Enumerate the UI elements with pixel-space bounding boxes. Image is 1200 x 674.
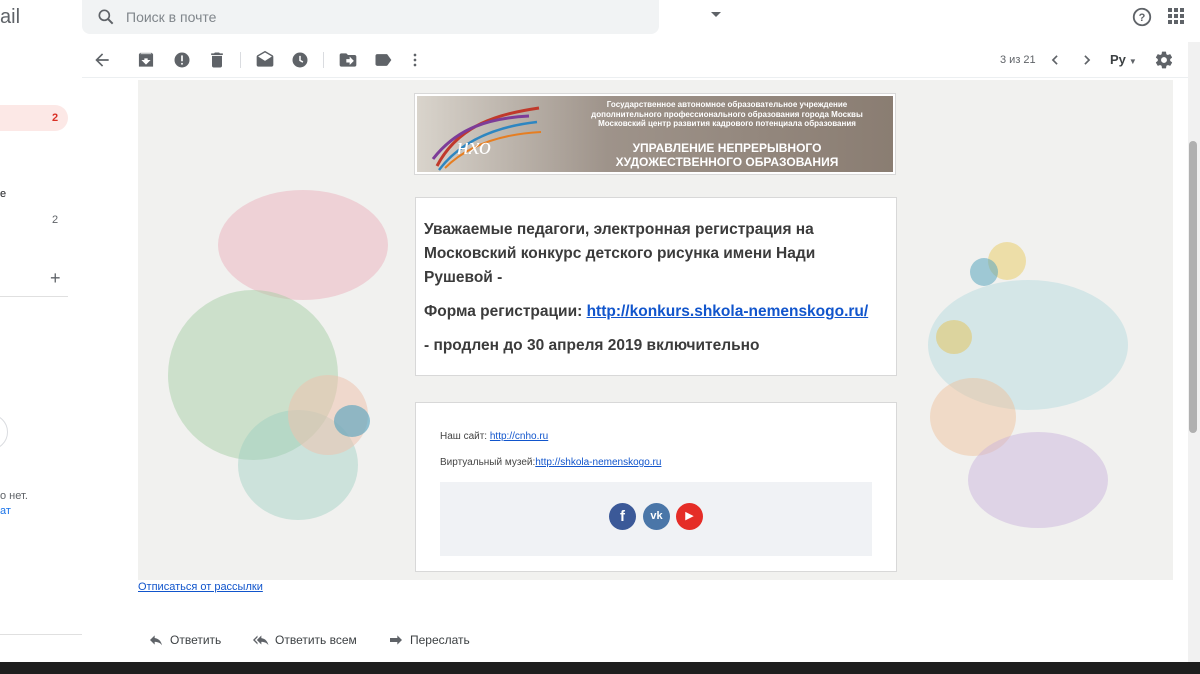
email-banner: нхо Государственное автономное образоват… xyxy=(414,93,896,175)
banner-title: УПРАВЛЕНИЕ НЕПРЕРЫВНОГО ХУДОЖЕСТВЕННОГО … xyxy=(567,141,887,169)
chat-link[interactable]: ат xyxy=(0,505,11,517)
chat-status-text: о нет. xyxy=(0,490,28,502)
message-paragraph: Уважаемые педагоги, электронная регистра… xyxy=(424,221,816,286)
banner-org-line: дополнительного профессионального образо… xyxy=(591,109,863,119)
search-icon[interactable] xyxy=(96,7,116,27)
watercolor-splash xyxy=(968,432,1108,528)
reply-all-icon xyxy=(253,635,269,646)
chevron-right-icon[interactable] xyxy=(1077,50,1097,70)
site-label: Наш сайт: xyxy=(440,431,490,442)
back-arrow-icon[interactable] xyxy=(92,50,112,70)
museum-label: Виртуальный музей: xyxy=(440,457,536,468)
watercolor-splash xyxy=(334,405,370,437)
reply-all-button[interactable]: Ответить всем xyxy=(253,628,363,652)
input-language-label: Ру xyxy=(1110,52,1126,67)
message-toolbar: 3 из 21 Ру ▼ xyxy=(82,42,1188,78)
archive-icon[interactable] xyxy=(136,50,156,70)
youtube-icon[interactable]: ▶ xyxy=(676,503,703,530)
app-logo[interactable]: ail xyxy=(0,6,20,29)
registration-form-line: Форма регистрации: http://konkurs.shkola… xyxy=(424,300,888,324)
banner-title-line: УПРАВЛЕНИЕ НЕПРЕРЫВНОГО xyxy=(632,141,822,155)
delete-icon[interactable] xyxy=(207,50,227,70)
sidebar: 2 е 2 + о нет. ат xyxy=(0,42,82,662)
mark-unread-icon[interactable] xyxy=(255,50,275,70)
input-language-button[interactable]: Ру ▼ xyxy=(1110,52,1137,67)
facebook-icon[interactable]: f xyxy=(609,503,636,530)
banner-image: нхо Государственное автономное образоват… xyxy=(417,96,893,172)
divider xyxy=(323,52,324,68)
divider xyxy=(240,52,241,68)
banner-logo-text: нхо xyxy=(457,134,491,160)
email-footer-block: Наш сайт: http://cnho.ru Виртуальный муз… xyxy=(415,402,897,572)
sidebar-item-count: 2 xyxy=(52,214,59,226)
watercolor-splash xyxy=(936,320,972,354)
banner-org-line: Государственное автономное образовательн… xyxy=(606,100,848,109)
site-line: Наш сайт: http://cnho.ru xyxy=(440,431,548,442)
sidebar-item-label[interactable]: е xyxy=(0,188,6,200)
snooze-clock-icon[interactable] xyxy=(290,50,310,70)
inbox-unread-count: 2 xyxy=(52,112,59,124)
banner-org-name: Государственное автономное образовательн… xyxy=(567,100,887,129)
scrollbar-thumb[interactable] xyxy=(1189,141,1197,433)
banner-title-line: ХУДОЖЕСТВЕННОГО ОБРАЗОВАНИЯ xyxy=(615,155,839,169)
report-spam-icon[interactable] xyxy=(172,50,192,70)
avatar xyxy=(0,414,8,450)
email-message-block: Уважаемые педагоги, электронная регистра… xyxy=(415,197,897,376)
watercolor-splash xyxy=(218,190,388,300)
forward-icon xyxy=(390,635,402,645)
search-input[interactable] xyxy=(126,0,606,34)
vk-icon[interactable]: vk xyxy=(643,503,670,530)
museum-line: Виртуальный музей:http://shkola-nemensko… xyxy=(440,457,661,468)
svg-text:?: ? xyxy=(1139,12,1146,24)
help-icon[interactable]: ? xyxy=(1131,6,1153,28)
reply-label: Ответить xyxy=(170,633,222,647)
chevron-left-icon[interactable] xyxy=(1045,50,1065,70)
forward-label: Переслать xyxy=(410,633,470,647)
banner-org-line: Московский центр развития кадрового поте… xyxy=(598,119,856,128)
reply-all-label: Ответить всем xyxy=(275,633,357,647)
divider xyxy=(0,296,68,297)
pagination-text: 3 из 21 xyxy=(1000,54,1036,66)
reply-button[interactable]: Ответить xyxy=(148,628,228,652)
os-taskbar xyxy=(0,662,1200,674)
unsubscribe-link[interactable]: Отписаться от рассылки xyxy=(138,581,263,593)
apps-grid-icon[interactable] xyxy=(1168,8,1184,24)
more-options-icon[interactable] xyxy=(405,50,425,70)
message-paragraph: - продлен до 30 апреля 2019 включительно xyxy=(424,337,760,354)
organization-logo: нхо xyxy=(431,106,542,171)
reply-icon xyxy=(150,635,162,646)
site-link[interactable]: http://cnho.ru xyxy=(490,431,548,442)
forward-button[interactable]: Переслать xyxy=(388,628,478,652)
label-icon[interactable] xyxy=(373,50,393,70)
gmail-window: ail ? 2 е 2 + о нет. ат xyxy=(0,0,1200,674)
form-label: Форма регистрации: xyxy=(424,303,587,320)
chevron-down-icon: ▼ xyxy=(1128,57,1137,66)
move-to-icon[interactable] xyxy=(338,50,358,70)
top-bar: ail ? xyxy=(0,0,1200,42)
search-options-icon[interactable] xyxy=(711,12,721,17)
watercolor-splash xyxy=(970,258,998,286)
settings-gear-icon[interactable] xyxy=(1154,50,1174,70)
search-bar[interactable] xyxy=(82,0,721,34)
social-links: f vk ▶ xyxy=(440,482,872,556)
museum-link[interactable]: http://shkola-nemenskogo.ru xyxy=(535,457,661,468)
divider xyxy=(0,634,82,635)
registration-link[interactable]: http://konkurs.shkola-nemenskogo.ru/ xyxy=(587,303,869,320)
add-label-icon[interactable]: + xyxy=(50,268,61,289)
